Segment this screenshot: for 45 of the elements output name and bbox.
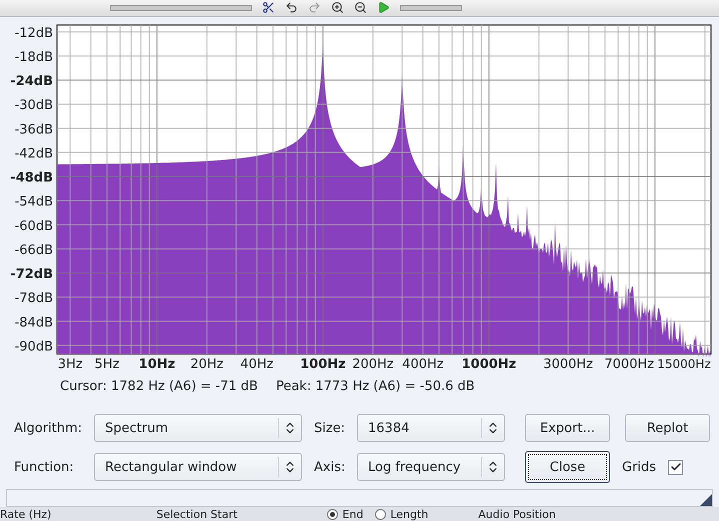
axis-label: -48dB [10, 170, 53, 186]
toolbar-label: Selection Start [156, 508, 238, 521]
axis-label: -54dB [14, 194, 53, 210]
axis-label: -18dB [14, 50, 53, 65]
axis-label: 7000Hz [604, 356, 654, 372]
axis-label: 20Hz [190, 356, 224, 372]
axis-label: -84dB [14, 315, 53, 330]
algorithm-dropdown[interactable]: Spectrum [94, 414, 302, 442]
peak-readout: Peak: 1773 Hz (A6) = -50.6 dB [276, 379, 475, 396]
axis-label: 200Hz [352, 356, 394, 372]
axis-dropdown[interactable]: Log frequency [357, 453, 505, 482]
axis-label: 3Hz [58, 356, 83, 372]
function-label: Function: [14, 460, 75, 475]
axis-label: -78dB [14, 291, 53, 306]
axis-label: 5Hz [94, 356, 120, 372]
axis-label: -66dB [14, 242, 53, 258]
algorithm-label: Algorithm: [14, 420, 84, 436]
axis-label: -30dB [14, 98, 53, 114]
dialog-button[interactable]: Replot [625, 414, 710, 442]
function-dropdown[interactable]: Rectangular window [94, 453, 302, 482]
axis-label: -42dB [14, 146, 53, 162]
axis-label: 400Hz [402, 356, 444, 372]
axis-label: 100Hz [300, 356, 346, 372]
size-dropdown[interactable]: 16384 [357, 414, 505, 442]
radio-option[interactable]: End [327, 508, 364, 521]
dialog-button[interactable]: Close [525, 451, 610, 484]
axis-label: 10Hz [138, 356, 176, 372]
axis-label: -24dB [10, 74, 53, 89]
radio-option[interactable]: Length [375, 508, 428, 521]
axis-label: 40Hz [240, 356, 274, 372]
toolbar-label: Rate (Hz) [0, 508, 52, 521]
axis-label: -12dB [14, 26, 53, 41]
axis-label: 15000Hz [657, 356, 711, 371]
axis-label: -36dB [14, 122, 53, 138]
axis-label: Axis: [313, 460, 346, 475]
cursor-readout: Cursor: 1782 Hz (A6) = -71 dB [60, 379, 258, 396]
grids-label: Grids [622, 460, 656, 475]
toolbar-label: Audio Position [478, 508, 556, 521]
dialog-button[interactable]: Export... [525, 414, 610, 442]
axis-label: -90dB [14, 339, 53, 354]
axis-label: 1000Hz [462, 356, 516, 372]
axis-label: 3000Hz [543, 356, 593, 372]
size-label: Size: [313, 420, 346, 436]
axis-label: -72dB [10, 266, 53, 282]
axis-label: -60dB [14, 218, 53, 234]
